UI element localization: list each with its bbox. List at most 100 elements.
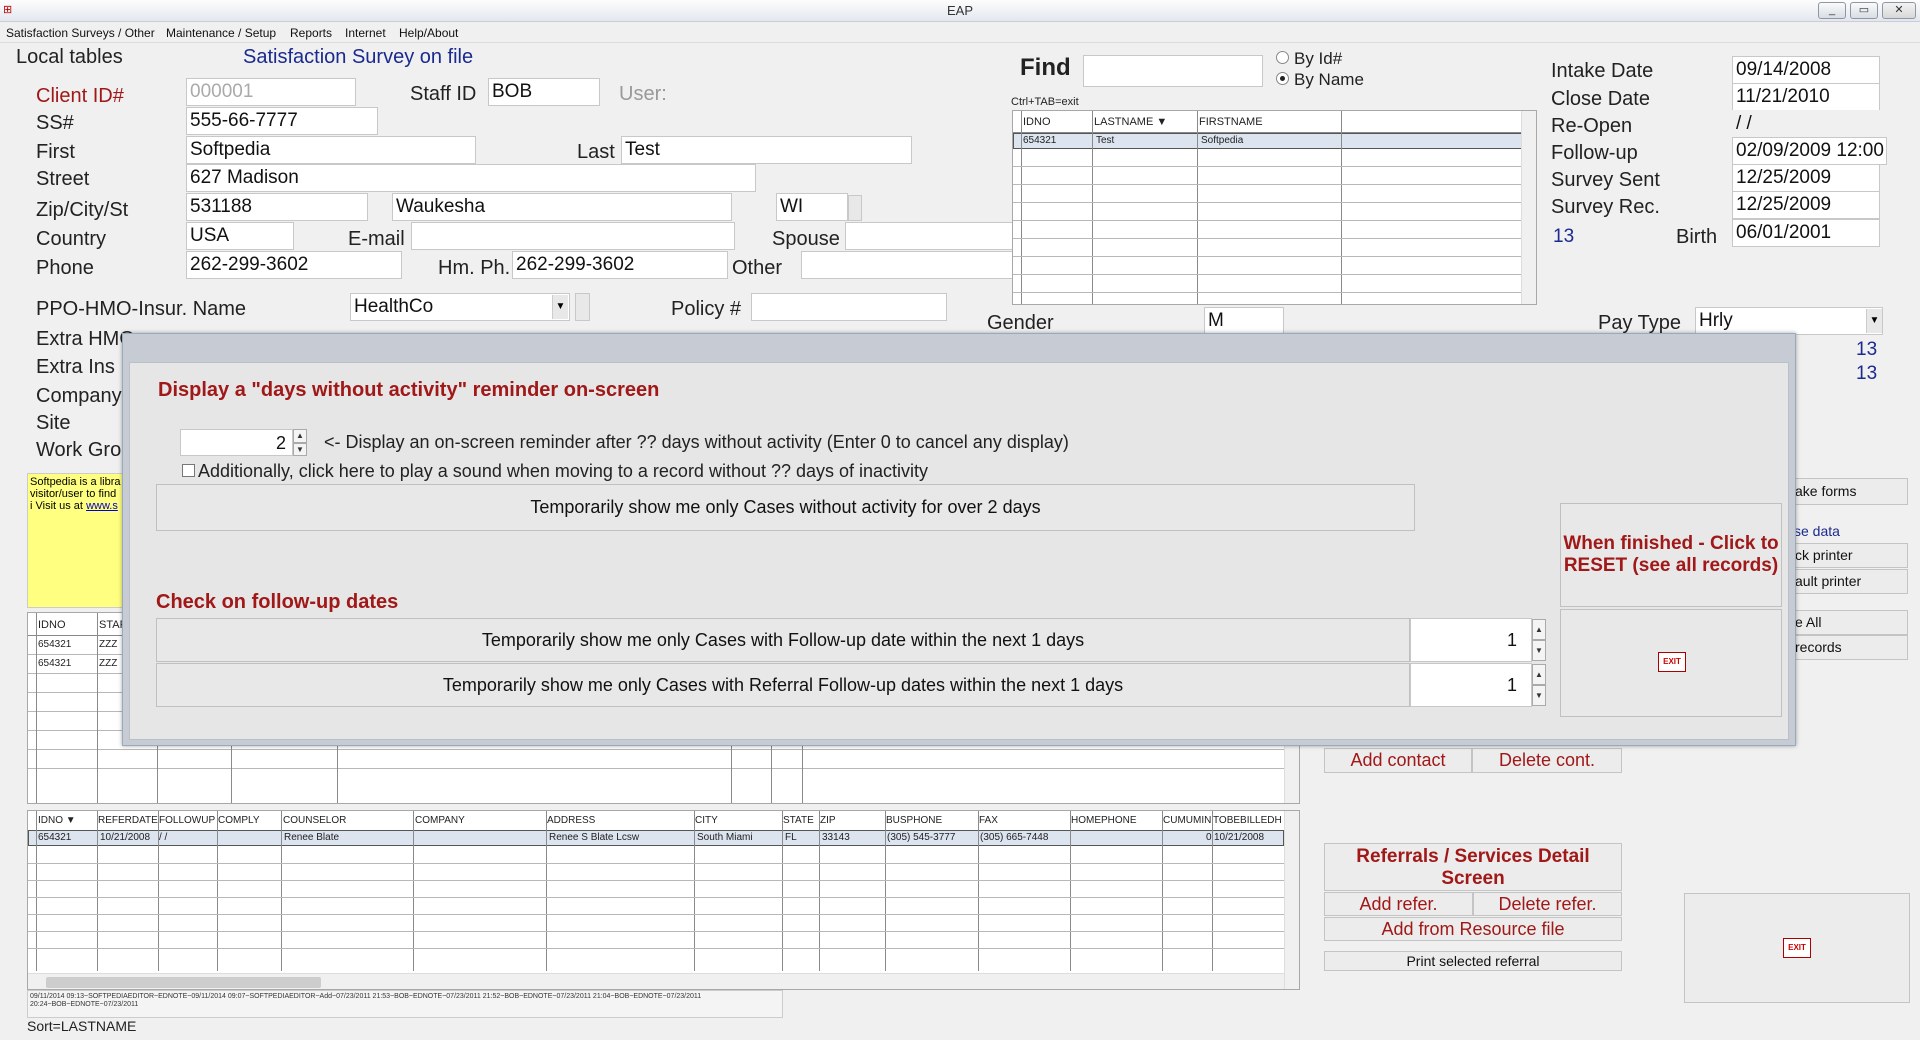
country-field[interactable]: USA [186, 222, 294, 250]
email-field[interactable] [411, 222, 735, 250]
maximize-button[interactable]: ▭ [1850, 2, 1878, 19]
ref-header-address[interactable]: ADDRESS [547, 815, 595, 826]
phone-field[interactable]: 262-299-3602 [186, 251, 402, 279]
ref-header-zip[interactable]: ZIP [820, 815, 836, 826]
note-link[interactable]: www.s [86, 500, 118, 512]
referral-grid[interactable]: IDNO ▼ REFERDATE FOLLOWUP COMPLY COUNSEL… [27, 810, 1300, 990]
other-field[interactable] [801, 251, 1013, 279]
referral-spin-down[interactable]: ▼ [1532, 685, 1546, 706]
referral-days-input[interactable]: 1 [1410, 663, 1532, 707]
referral-spin-up[interactable]: ▲ [1532, 664, 1546, 685]
menu-reports[interactable]: Reports [290, 26, 332, 40]
close-button[interactable]: ✕ [1882, 2, 1916, 19]
client-id-field[interactable]: 000001 [186, 78, 356, 106]
add-referral-button[interactable]: Add refer. [1324, 892, 1473, 916]
print-referral-button[interactable]: Print selected referral [1324, 951, 1622, 971]
records-button[interactable]: records [1790, 635, 1908, 660]
ss-field[interactable]: 555-66-7777 [186, 107, 378, 135]
ref-header-homephone[interactable]: HOMEPHONE [1071, 815, 1137, 826]
add-contact-button[interactable]: Add contact [1324, 748, 1472, 773]
dialog-exit-button[interactable]: EXIT [1560, 609, 1782, 717]
first-field[interactable]: Softpedia [186, 136, 476, 164]
ref-header-busphone[interactable]: BUSPHONE [886, 815, 942, 826]
by-name-radio[interactable] [1276, 72, 1289, 85]
state-field[interactable]: WI [776, 193, 848, 221]
close-date-field[interactable]: 11/21/2010 [1732, 83, 1880, 111]
days-input[interactable]: 2 [180, 429, 293, 456]
lookup-grid[interactable]: IDNO LASTNAME ▼ FIRSTNAME 654321 Test So… [1012, 110, 1537, 305]
ref-header-cumumin[interactable]: CUMUMIN [1163, 815, 1211, 826]
followup-spin-down[interactable]: ▼ [1532, 640, 1546, 661]
insur-dropdown[interactable]: ▼ [552, 295, 568, 319]
ref-header-comply[interactable]: COMPLY [218, 815, 260, 826]
zip-field[interactable]: 531188 [186, 193, 368, 221]
referrals-detail-button[interactable]: Referrals / Services Detail Screen [1324, 843, 1622, 891]
menu-help[interactable]: Help/About [399, 26, 458, 40]
city-field[interactable]: Waukesha [392, 193, 732, 221]
menu-maintenance[interactable]: Maintenance / Setup [166, 26, 276, 40]
state-dropdown[interactable] [848, 195, 862, 221]
ref-header-company[interactable]: COMPANY [415, 815, 465, 826]
lookup-header-firstname[interactable]: FIRSTNAME [1199, 116, 1263, 128]
insur-extra-button[interactable] [575, 293, 590, 321]
lookup-header-idno[interactable]: IDNO [1023, 116, 1051, 128]
reopen-field[interactable]: / / [1732, 110, 1880, 138]
use-data-link[interactable]: se data [1794, 523, 1840, 539]
follow-up-field[interactable]: 02/09/2009 12:00 [1732, 137, 1887, 165]
days-spin-up[interactable]: ▲ [293, 429, 307, 443]
spouse-field[interactable] [845, 222, 1013, 250]
birth-field[interactable]: 06/01/2001 [1732, 219, 1880, 247]
make-forms-button[interactable]: ake forms [1790, 478, 1908, 505]
delete-contact-button[interactable]: Delete cont. [1472, 748, 1622, 773]
show-inactive-button[interactable]: Temporarily show me only Cases without a… [156, 484, 1415, 531]
ref-header-state[interactable]: STATE [783, 815, 814, 826]
pick-printer-button[interactable]: ck printer [1790, 543, 1908, 568]
see-all-button[interactable]: e All [1790, 610, 1908, 635]
delete-referral-button[interactable]: Delete refer. [1473, 892, 1622, 916]
note-box: Softpedia is a libra visitor/user to fin… [27, 473, 124, 608]
ref-header-tobebilled[interactable]: TOBEBILLEDH [1213, 815, 1282, 826]
scrollbar-thumb[interactable] [46, 977, 321, 988]
referral-filter-button[interactable]: Temporarily show me only Cases with Refe… [156, 663, 1410, 707]
policy-field[interactable] [751, 293, 947, 321]
ref-header-idno[interactable]: IDNO ▼ [38, 815, 76, 826]
ref-header-referdate[interactable]: REFERDATE [98, 815, 158, 826]
ref-header-followup[interactable]: FOLLOWUP [159, 815, 215, 826]
referral-h-scrollbar[interactable] [28, 973, 1284, 989]
followup-days-input[interactable]: 1 [1410, 618, 1532, 662]
by-id-radio[interactable] [1276, 51, 1289, 64]
survey-link[interactable]: Satisfaction Survey on file [243, 46, 473, 69]
street-field[interactable]: 627 Madison [186, 164, 756, 192]
referral-v-scrollbar[interactable] [1284, 811, 1299, 989]
survey-sent-field[interactable]: 12/25/2009 [1732, 164, 1880, 192]
lookup-scrollbar[interactable] [1521, 111, 1536, 304]
intake-date-field[interactable]: 09/14/2008 [1732, 56, 1880, 84]
reset-button[interactable]: When finished - Click to RESET (see all … [1560, 503, 1782, 607]
menu-satisfaction[interactable]: Satisfaction Surveys / Other [6, 26, 155, 40]
insur-field[interactable]: HealthCo [350, 293, 570, 321]
ref-header-fax[interactable]: FAX [979, 815, 998, 826]
ref-header-counselor[interactable]: COUNSELOR [283, 815, 346, 826]
default-printer-button[interactable]: ault printer [1790, 569, 1908, 594]
days-spin-down[interactable]: ▼ [293, 443, 307, 456]
gender-field[interactable]: M [1204, 307, 1284, 335]
sound-checkbox[interactable] [182, 464, 195, 477]
find-input[interactable] [1083, 55, 1263, 87]
dialog-body: Display a "days without activity" remind… [129, 362, 1789, 740]
followup-filter-button[interactable]: Temporarily show me only Cases with Foll… [156, 618, 1410, 662]
menu-internet[interactable]: Internet [345, 26, 386, 40]
exit-button-main[interactable]: EXIT [1684, 893, 1910, 1003]
pay-type-field[interactable]: Hrly [1695, 307, 1883, 335]
minimize-button[interactable]: _ [1818, 2, 1846, 19]
followup-spin-up[interactable]: ▲ [1532, 619, 1546, 640]
staff-id-field[interactable]: BOB [488, 78, 600, 106]
case-header-idno[interactable]: IDNO [38, 619, 66, 631]
last-field[interactable]: Test [621, 136, 912, 164]
ref-header-city[interactable]: CITY [695, 815, 718, 826]
add-from-resource-button[interactable]: Add from Resource file [1324, 917, 1622, 941]
lookup-selected-row[interactable] [1013, 133, 1523, 149]
hm-ph-field[interactable]: 262-299-3602 [512, 251, 728, 279]
lookup-header-lastname[interactable]: LASTNAME ▼ [1094, 116, 1167, 128]
pay-type-dropdown[interactable]: ▼ [1866, 309, 1882, 333]
survey-rec-field[interactable]: 12/25/2009 [1732, 191, 1880, 219]
